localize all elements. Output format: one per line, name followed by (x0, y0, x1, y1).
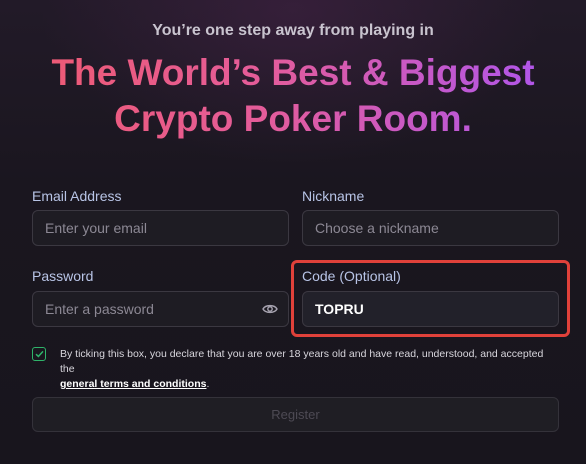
register-button[interactable]: Register (32, 397, 559, 432)
terms-link[interactable]: general terms and conditions (60, 378, 206, 390)
password-placeholder: Enter a password (45, 301, 154, 317)
email-field[interactable]: Enter your email (32, 210, 289, 246)
code-field[interactable]: TOPRU (302, 291, 559, 327)
terms-checkbox[interactable] (32, 347, 46, 361)
page-headline: The World’s Best & Biggest Crypto Poker … (0, 50, 586, 142)
email-placeholder: Enter your email (45, 220, 147, 236)
eye-icon[interactable] (262, 302, 278, 316)
nickname-label: Nickname (302, 188, 365, 204)
page-subtitle: You’re one step away from playing in (152, 22, 434, 39)
headline-line-1: The World’s Best & Biggest (51, 52, 535, 93)
code-label: Code (Optional) (302, 268, 401, 284)
code-value: TOPRU (315, 301, 364, 317)
consent-text: By ticking this box, you declare that yo… (60, 348, 544, 375)
email-label: Email Address (32, 188, 122, 204)
nickname-field[interactable]: Choose a nickname (302, 210, 559, 246)
check-icon (34, 350, 44, 358)
password-field[interactable]: Enter a password (32, 291, 289, 327)
password-label: Password (32, 268, 94, 284)
nickname-placeholder: Choose a nickname (315, 220, 439, 236)
consent-suffix: . (206, 378, 210, 390)
headline-line-2: Crypto Poker Room. (114, 98, 472, 139)
terms-consent-text: By ticking this box, you declare that yo… (60, 347, 560, 392)
